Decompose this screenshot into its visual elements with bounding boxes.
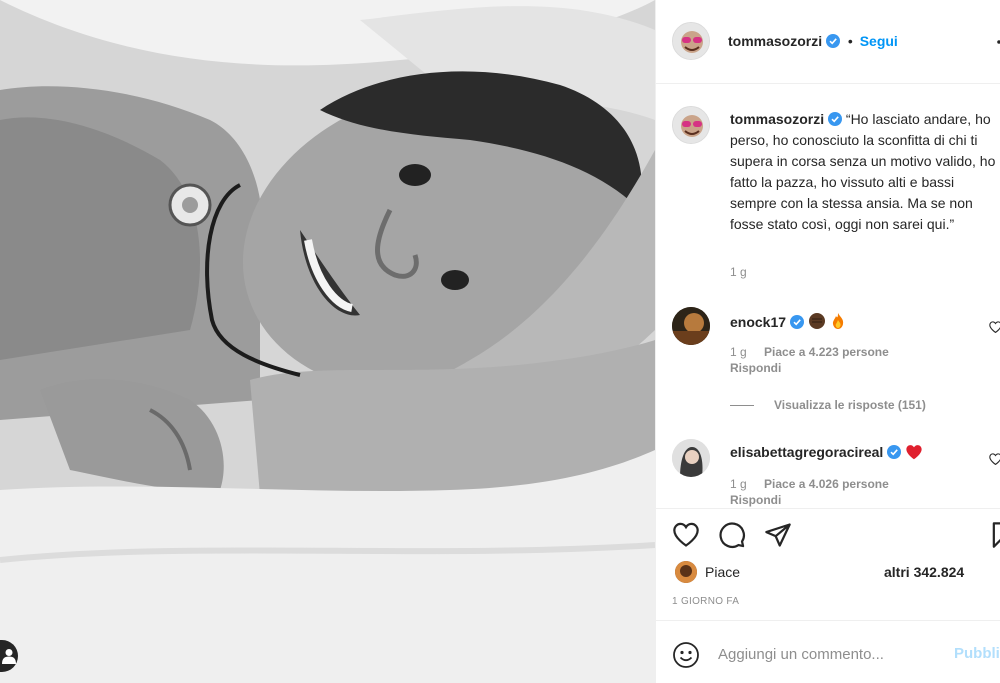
comment-likes[interactable]: Piace a 4.026 persone: [764, 477, 889, 491]
reply-button[interactable]: Rispondi: [730, 361, 781, 375]
share-paper-plane-icon[interactable]: [764, 521, 792, 549]
reply-button[interactable]: Rispondi: [730, 493, 781, 507]
caption-avatar-image: [673, 107, 709, 143]
post-timestamp[interactable]: 1 GIORNO FA: [672, 596, 739, 607]
post-actions: Piace altri 342.824 1 GIORNO FA: [656, 508, 1000, 620]
comment-bubble-icon[interactable]: [718, 521, 746, 549]
reply-label: Rispondi: [730, 493, 782, 507]
comment-body: elisabettagregoracireal: [730, 444, 923, 460]
replies-line: [730, 405, 754, 406]
verified-badge-icon: [887, 445, 902, 459]
owner-avatar-image: [673, 23, 709, 59]
publish-button[interactable]: Pubblica: [954, 645, 1000, 662]
comment-username[interactable]: enock17: [730, 314, 786, 330]
red-heart-emoji: [906, 445, 922, 460]
comment-time[interactable]: 1 g: [730, 345, 747, 359]
comment-meta: 1 g Piace a 4.223 persone: [730, 345, 889, 359]
owner-username[interactable]: tommasozorzi: [728, 33, 822, 49]
post-photo[interactable]: [0, 0, 655, 683]
caption-avatar[interactable]: [672, 106, 710, 144]
more-options-icon[interactable]: [994, 35, 1000, 49]
like-comment-heart-icon[interactable]: [989, 453, 1000, 465]
verified-badge-icon: [789, 315, 804, 329]
comment-avatar-image: [672, 439, 710, 477]
fire-emoji: [832, 313, 843, 329]
view-replies-button[interactable]: Visualizza le risposte (151): [730, 398, 926, 412]
liker-avatar-image: [675, 561, 697, 583]
caption-time[interactable]: 1 g: [730, 265, 747, 279]
view-replies-label: Visualizza le risposte (151): [774, 398, 926, 412]
liker-avatar: [675, 561, 697, 583]
like-heart-icon[interactable]: [672, 521, 700, 549]
comments-list[interactable]: tommasozorzi “Ho lasciato andare, ho per…: [656, 85, 1000, 508]
comment-username[interactable]: elisabettagregoracireal: [730, 444, 883, 460]
post-caption: tommasozorzi “Ho lasciato andare, ho per…: [730, 109, 1000, 235]
likes-prefix: Piace: [705, 564, 741, 580]
comment-body: enock17: [730, 312, 846, 330]
verified-badge-icon: [826, 34, 841, 48]
header-user-line: tommasozorzi • Segui: [728, 33, 898, 49]
likes-summary[interactable]: Piace altri 342.824: [672, 559, 1000, 585]
dark-fist-emoji: [808, 313, 825, 329]
save-bookmark-icon[interactable]: [988, 521, 1000, 549]
post-header: tommasozorzi • Segui: [656, 0, 1000, 84]
likes-count[interactable]: altri 342.824: [884, 564, 964, 580]
follow-button[interactable]: Segui: [860, 33, 898, 49]
post-side-panel: tommasozorzi • Segui tommasozorzi “Ho la…: [655, 0, 1000, 683]
caption-username[interactable]: tommasozorzi: [730, 111, 824, 127]
user-icon: [2, 649, 16, 664]
comment-likes[interactable]: Piace a 4.223 persone: [764, 345, 889, 359]
verified-badge-icon: [828, 112, 843, 126]
caption-text: “Ho lasciato andare, ho perso, ho conosc…: [730, 111, 996, 232]
comment-avatar[interactable]: [672, 307, 710, 345]
comment-avatar[interactable]: [672, 439, 710, 477]
comment-avatar-image: [672, 307, 710, 345]
reply-label: Rispondi: [730, 361, 782, 375]
separator-dot: •: [847, 33, 853, 49]
comment-meta: 1 g Piace a 4.026 persone: [730, 477, 889, 491]
photo-illustration: [0, 0, 655, 683]
emoji-smiley-icon[interactable]: [672, 641, 700, 669]
comment-time[interactable]: 1 g: [730, 477, 747, 491]
like-comment-heart-icon[interactable]: [989, 321, 1000, 333]
add-comment-bar: Pubblica: [656, 620, 1000, 683]
comment-input[interactable]: [718, 639, 948, 669]
owner-avatar[interactable]: [672, 22, 710, 60]
